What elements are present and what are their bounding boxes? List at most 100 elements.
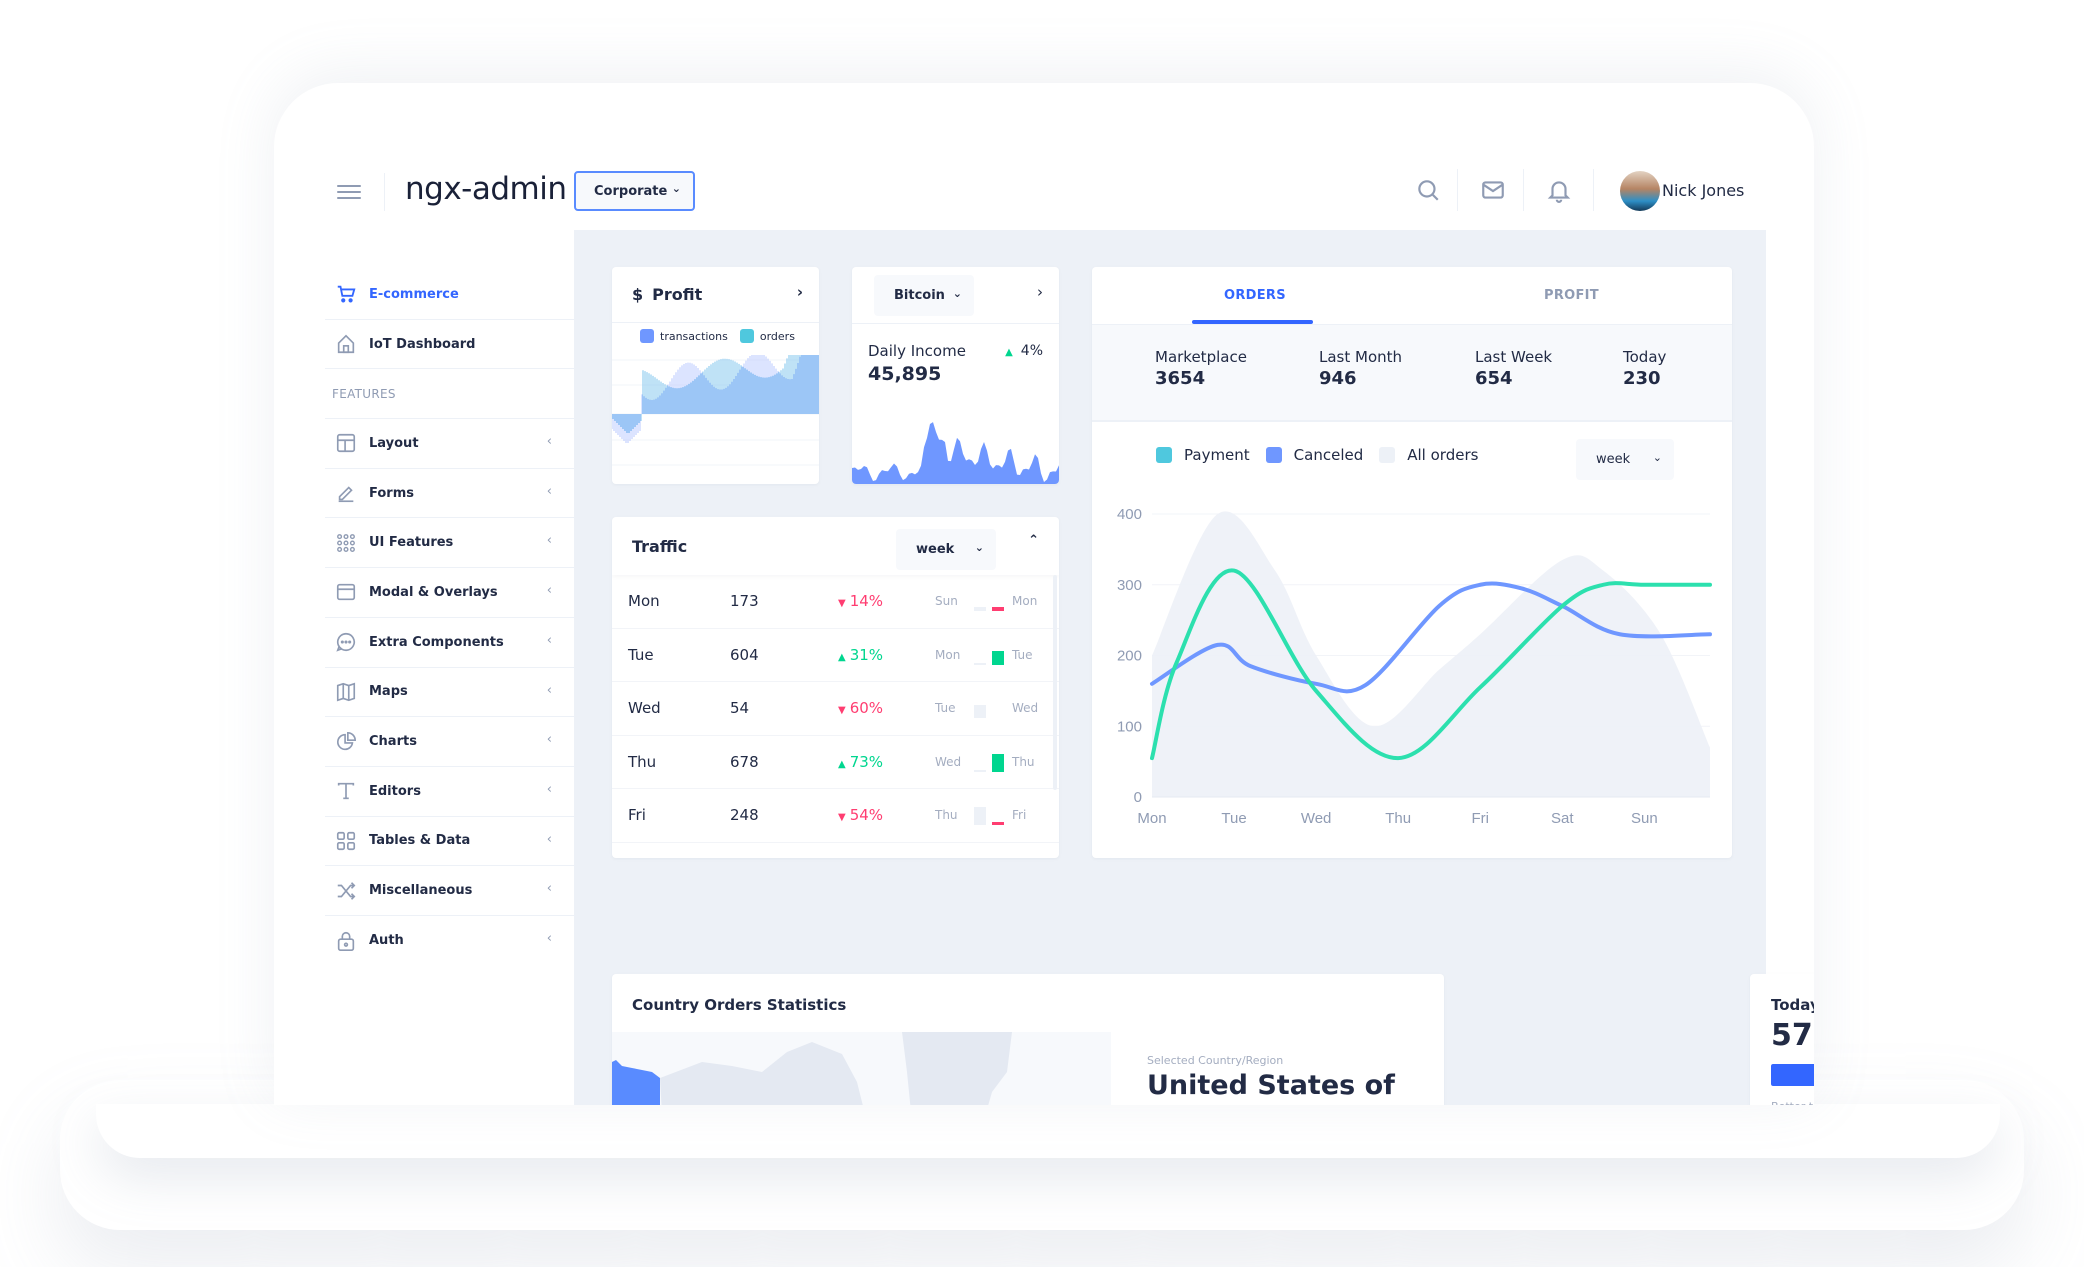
bell-icon[interactable] (1546, 177, 1572, 203)
traffic-card: Traffic week ⌄ ⌃ Mon 173 ▼ 14% Sun Mon T… (612, 517, 1059, 858)
traffic-delta: ▼ 60% (838, 699, 883, 717)
traffic-value: 604 (730, 645, 759, 664)
tab-orders[interactable]: ORDERS (1224, 288, 1286, 303)
sidebar-item-editors[interactable]: Editors ‹ (325, 767, 574, 817)
search-icon[interactable] (1415, 177, 1441, 203)
x-tick-label: Thu (1385, 810, 1411, 827)
traffic-compare-from: Thu (935, 808, 958, 823)
sidebar-item-label: Maps (369, 684, 408, 700)
legend-item-all-orders[interactable]: All orders (1379, 446, 1478, 464)
chevron-up-icon[interactable]: ⌃ (1028, 533, 1039, 548)
map-icon (336, 682, 356, 702)
daily-income-value: 45,895 (868, 363, 942, 385)
sidebar-item-layout[interactable]: Layout ‹ (325, 419, 574, 469)
traffic-row[interactable]: Fri 248 ▼ 54% Thu Fri (612, 789, 1059, 843)
sidebar-item-charts[interactable]: Charts ‹ (325, 717, 574, 767)
traffic-row[interactable]: Tue 604 ▲ 31% Mon Tue (612, 629, 1059, 683)
sidebar-item-iot-dashboard[interactable]: IoT Dashboard (325, 320, 574, 370)
arrow-up-icon: ▲ (838, 651, 846, 663)
legend-swatch-orders (739, 329, 754, 343)
profit-card-header: $ Profit › (612, 267, 819, 323)
mail-icon[interactable] (1480, 177, 1506, 203)
brand-title[interactable]: ngx-admin (405, 171, 567, 207)
traffic-list: Mon 173 ▼14% Sun Mon Tue 604 ▲31% Mon (612, 575, 1059, 843)
text-icon (337, 783, 355, 800)
legend-item-payment[interactable]: Payment (1156, 446, 1250, 464)
traffic-compare-to: Fri (1012, 808, 1027, 823)
sidebar-item-label: Editors (369, 783, 421, 799)
chevron-right-icon[interactable]: › (1037, 283, 1043, 301)
selected-country-label: Selected Country/Region (1147, 1054, 1284, 1067)
edit-icon (338, 486, 354, 503)
traffic-bar-current (992, 651, 1004, 665)
x-tick-label: Tue (1221, 810, 1246, 827)
chevron-left-icon: ‹ (546, 583, 552, 599)
user-name[interactable]: Nick Jones (1662, 181, 1744, 200)
sidebar-item-label: Extra Components (369, 634, 504, 650)
sidebar-item-ui-features[interactable]: UI Features ‹ (325, 518, 574, 569)
sidebar-item-label: Miscellaneous (369, 883, 473, 899)
currency-select[interactable]: Bitcoin ⌄ (874, 275, 974, 316)
map-region-greenland (902, 1032, 1012, 1105)
sidebar-item-extra-components[interactable]: Extra Components ‹ (325, 618, 574, 668)
dashboard-content: $ Profit › transactions orders Bitcoin ⌄ (574, 230, 1814, 1105)
traffic-bar-previous (974, 704, 986, 719)
y-tick-label: 0 (1134, 789, 1142, 806)
traffic-value: 54 (730, 699, 750, 718)
sidebar-item-modal-overlays[interactable]: Modal & Overlays ‹ (325, 568, 574, 618)
scrollbar[interactable] (1053, 575, 1057, 790)
sidebar-item-label: UI Features (369, 535, 454, 551)
sidebar: E-commerce IoT Dashboard FEATURES Layout… (325, 270, 574, 966)
profit-progress-fill (1771, 1064, 1814, 1086)
legend-swatch (1379, 447, 1396, 463)
dollar-icon: $ (632, 285, 644, 304)
theme-select-value: Corporate (594, 183, 668, 199)
traffic-row[interactable]: Mon 173 ▼ 14% Sun Mon (612, 575, 1059, 629)
traffic-bar-current (992, 606, 1004, 611)
daily-income-chart (852, 422, 1059, 484)
map-shapes (612, 1032, 1012, 1105)
chevron-right-icon[interactable]: › (797, 283, 803, 301)
tab-profit[interactable]: PROFIT (1544, 288, 1599, 303)
traffic-value: 248 (730, 806, 759, 825)
traffic-compare-to: Tue (1012, 647, 1033, 662)
y-tick-label: 300 (1117, 577, 1142, 594)
income-area (852, 422, 1059, 484)
chevron-down-icon: ⌄ (1652, 451, 1662, 464)
traffic-compare-to: Mon (1012, 594, 1038, 608)
menu-icon[interactable] (337, 181, 361, 201)
selected-country-name: United States of America (1147, 1070, 1395, 1105)
traffic-row[interactable]: Thu 678 ▲ 73% Wed Thu (612, 736, 1059, 790)
sidebar-item-auth[interactable]: Auth ‹ (325, 916, 574, 966)
arrow-down-icon: ▼ (838, 705, 846, 717)
header-separator (1523, 169, 1524, 211)
sidebar-item-tables-data[interactable]: Tables & Data ‹ (325, 817, 574, 867)
theme-select[interactable]: Corporate ⌄ (574, 171, 695, 211)
summary-title: Marketplace (1155, 348, 1247, 366)
divider (852, 323, 1059, 324)
sidebar-item-label: Tables & Data (369, 833, 471, 849)
traffic-row[interactable]: Wed 54 ▼ 60% Tue Wed (612, 682, 1059, 736)
world-map[interactable] (612, 1032, 1111, 1105)
chevron-left-icon: ‹ (546, 831, 552, 847)
traffic-bar-previous (974, 607, 986, 611)
sidebar-item-maps[interactable]: Maps ‹ (325, 668, 574, 718)
summary-last-week: Last Week 654 (1475, 348, 1552, 389)
legend-item-canceled[interactable]: Canceled (1265, 446, 1363, 464)
traffic-period-select[interactable]: week ⌄ (896, 529, 996, 570)
avatar[interactable] (1620, 171, 1660, 211)
currency-select-value: Bitcoin (894, 288, 945, 303)
y-tick-label: 400 (1117, 506, 1142, 523)
sidebar-item-forms[interactable]: Forms ‹ (325, 469, 574, 519)
daily-income-label: Daily Income (868, 342, 966, 360)
summary-today: Today 230 (1623, 348, 1666, 389)
sidebar-item-label: Forms (369, 485, 414, 501)
sidebar-item-e-commerce[interactable]: E-commerce (325, 270, 574, 320)
sidebar-item-miscellaneous[interactable]: Miscellaneous ‹ (325, 866, 574, 916)
header-separator (1593, 169, 1594, 211)
chevron-left-icon: ‹ (546, 781, 552, 797)
orders-period-select[interactable]: week ⌄ (1576, 439, 1674, 480)
legend-label: transactions (660, 329, 728, 343)
summary-value: 230 (1623, 368, 1661, 389)
sidebar-item-label: Layout (369, 435, 419, 451)
